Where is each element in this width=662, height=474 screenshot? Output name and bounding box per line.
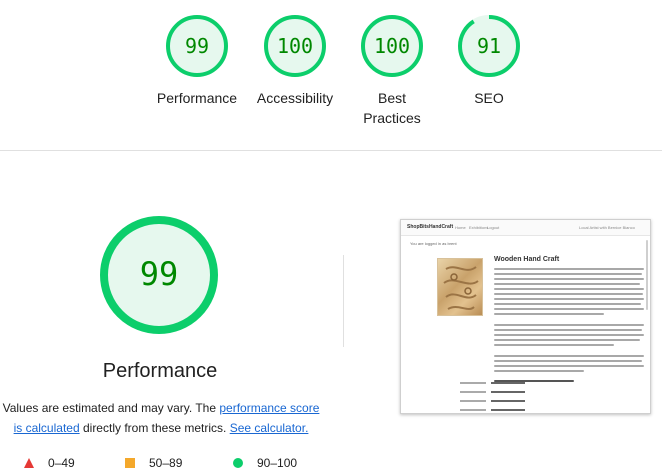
circle-icon [233,458,243,468]
thumb-nav-logout: Logout [487,225,500,230]
thumb-details-table [441,380,561,413]
legend-pass-range: 90–100 [257,456,298,470]
performance-gauge[interactable]: 99 [165,14,229,78]
performance-big-score: 99 [139,255,179,293]
legend-average-range: 50–89 [149,456,183,470]
carved-wood-image [437,258,483,316]
square-icon [125,458,135,468]
note-prefix: Values are estimated and may vary. The [2,401,220,415]
performance-score: 99 [184,34,210,58]
category-accessibility[interactable]: 100 Accessibility [240,14,350,108]
accessibility-gauge[interactable]: 100 [263,14,327,78]
accessibility-score: 100 [276,34,314,58]
best-practices-score: 100 [373,34,411,58]
wood-carving-icon [443,266,479,310]
seo-label: SEO [474,90,504,106]
best-practices-label: Best Practices [363,90,421,126]
legend-fail-range: 0–49 [48,456,75,470]
thumb-paragraph [494,268,644,318]
thumb-nav-exhibitions: Exhibitions [469,225,489,230]
category-scores: 99 Performance 100 Accessibility 100 Bes… [0,0,662,150]
section-divider [0,150,662,151]
thumb-brand: ShopBitsHandCraft [407,224,454,230]
thumb-scrollbar [646,240,648,310]
seo-score: 91 [476,34,502,58]
seo-gauge[interactable]: 91 [457,14,521,78]
best-practices-gauge[interactable]: 100 [360,14,424,78]
performance-title: Performance [102,360,218,382]
final-screenshot-thumbnail[interactable]: ShopBitsHandCraft Home Exhibitions Logou… [400,219,651,414]
performance-label: Performance [156,90,238,106]
calculator-link[interactable]: See calculator. [230,421,309,435]
thumb-login-note: You are logged in as brent [410,241,457,246]
category-performance[interactable]: 99 Performance [142,14,252,108]
triangle-icon [24,458,34,468]
accessibility-label: Accessibility [256,90,334,106]
thumb-paragraph-2 [494,324,644,385]
thumb-nav-home: Home [455,225,466,230]
performance-big-gauge: 99 [99,215,219,335]
note-mid: directly from these metrics. [79,421,230,435]
thumb-nav-right: Local Artist with Bernice Bianco [579,225,635,230]
thumb-navbar: ShopBitsHandCraft Home Exhibitions Logou… [401,220,650,236]
estimate-note: Values are estimated and may vary. The p… [0,398,322,438]
vertical-divider [343,255,344,347]
score-legend: 0–49 50–89 90–100 [0,454,330,472]
category-seo[interactable]: 91 SEO [434,14,544,108]
thumb-heading: Wooden Hand Craft [494,256,560,263]
category-best-practices[interactable]: 100 Best Practices [337,14,447,128]
